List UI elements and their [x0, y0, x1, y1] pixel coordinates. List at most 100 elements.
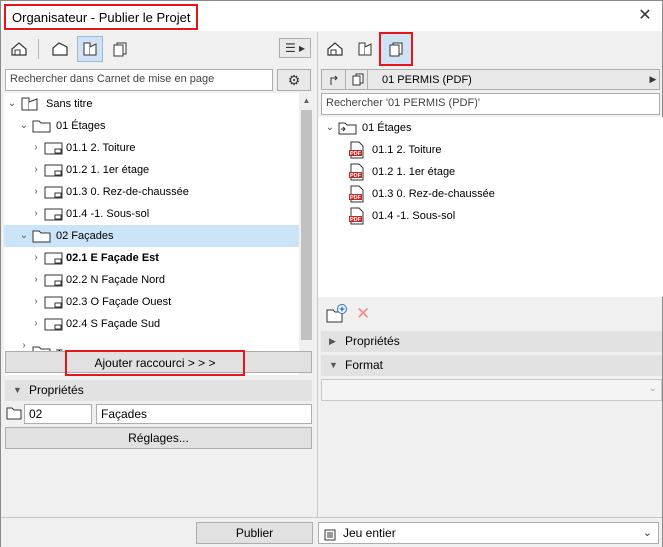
tree-row-layout[interactable]: › 01.2 1. 1er étage — [4, 159, 300, 181]
prop-name-field[interactable]: Façades — [96, 404, 312, 424]
chevron-down-icon[interactable]: ⌄ — [6, 93, 18, 115]
title-bar: Organisateur - Publier le Projet ✕ — [1, 1, 662, 31]
list-icon — [324, 527, 336, 547]
tree-row-layout[interactable]: › 02.2 N Façade Nord — [4, 269, 300, 291]
tree-row-folder-selected[interactable]: ⌄ 02 Façades — [4, 225, 300, 247]
collapse-triangle-icon: ▼ — [329, 360, 338, 370]
svg-text:PDF: PDF — [350, 173, 362, 179]
house-view-icon[interactable] — [322, 36, 348, 62]
tree-label: 02.4 S Façade Sud — [66, 318, 161, 330]
publisher-set-name: 01 PERMIS (PDF) — [382, 73, 472, 86]
chevron-right-icon[interactable]: › — [18, 335, 30, 351]
chevron-down-icon[interactable]: ⌄ — [18, 225, 30, 247]
delete-icon[interactable]: ✕ — [356, 305, 370, 322]
right-properties-title: Propriétés — [345, 334, 400, 348]
window-title: Organisateur - Publier le Projet — [4, 4, 199, 30]
tree-label: 01.1 2. Toiture — [372, 144, 442, 156]
tree-label: 02.3 O Façade Ouest — [66, 296, 172, 308]
collapse-triangle-icon: ▼ — [13, 385, 22, 395]
tree-scrollbar[interactable]: ▲ ▼ — [299, 93, 314, 375]
right-properties-header[interactable]: ▶ Propriétés — [321, 331, 662, 352]
publisher-sets-icon — [348, 70, 368, 89]
tree-row-layout[interactable]: › 01.3 0. Rez-de-chaussée — [4, 181, 300, 203]
tree-row-pdf[interactable]: PDF 01.4 -1. Sous-sol — [318, 205, 658, 227]
pdf-file-icon: PDF — [349, 207, 365, 233]
tree-row-pdf[interactable]: PDF 01.1 2. Toiture — [318, 139, 658, 161]
chevron-right-icon[interactable]: › — [30, 313, 42, 335]
menu-button[interactable]: ☰ ▸ — [279, 38, 311, 58]
svg-text:PDF: PDF — [350, 195, 362, 201]
layout-book-icon[interactable] — [77, 36, 103, 62]
bottom-bar: Publier Jeu entier ⌄ — [1, 517, 662, 547]
tree-label: 01.2 1. 1er étage — [66, 164, 150, 176]
organizer-window: Organisateur - Publier le Projet ✕ ☰ ▸ R… — [0, 0, 663, 547]
properties-title: Propriétés — [29, 383, 84, 397]
gear-button[interactable]: ⚙ — [277, 69, 311, 91]
svg-text:PDF: PDF — [350, 217, 362, 223]
chevron-down-icon[interactable]: ⌄ — [18, 115, 30, 137]
chevron-down-icon: ⌄ — [642, 527, 652, 539]
add-shortcut-button[interactable]: Ajouter raccourci > > > — [5, 350, 312, 376]
chevron-right-icon[interactable]: › — [30, 247, 42, 269]
settings-button[interactable]: Réglages... — [5, 427, 312, 449]
tree-label: 01 Étages — [362, 122, 412, 134]
tree-row-layout[interactable]: › 02.1 E Façade Est — [4, 247, 300, 269]
right-toolbar — [318, 32, 663, 66]
publish-button[interactable]: Publier — [196, 522, 313, 544]
tree-row-pdf[interactable]: PDF 01.3 0. Rez-de-chaussée — [318, 183, 658, 205]
gear-icon: ⚙ — [287, 71, 301, 88]
tree-row-folder[interactable]: ⌄ 01 Étages — [4, 115, 300, 137]
tree-row-layout[interactable]: › 01.4 -1. Sous-sol — [4, 203, 300, 225]
format-header[interactable]: ▼ Format — [321, 355, 662, 376]
scroll-thumb[interactable] — [301, 110, 312, 340]
layout-tree: ⌄ Sans titre ⌄ 01 Étages › 01.1 2. Toitu… — [4, 93, 314, 375]
menu-icon: ☰ ▸ — [284, 41, 306, 55]
tree-label: 01.3 0. Rez-de-chaussée — [372, 188, 495, 200]
chevron-right-icon[interactable]: › — [30, 159, 42, 181]
folder-icon — [6, 406, 22, 423]
folder-icon — [32, 344, 52, 351]
prop-id-field[interactable]: 02 — [24, 404, 92, 424]
tree-row-layout[interactable]: › 02.4 S Façade Sud — [4, 313, 300, 335]
chevron-down-icon: ⌄ — [648, 383, 657, 394]
chevron-right-icon[interactable]: › — [30, 181, 42, 203]
tree-label: 01.4 -1. Sous-sol — [66, 208, 150, 220]
format-dropdown[interactable]: ⌄ — [321, 379, 662, 401]
house-outline-icon[interactable] — [47, 36, 73, 62]
chevron-right-icon[interactable]: › — [30, 291, 42, 313]
publisher-tree: ⌄ 01 Étages PDF 01.1 2. Toiture PDF 01.2… — [318, 117, 663, 297]
tree-label: 02.1 E Façade Est — [66, 252, 159, 264]
tree-label: 01.2 1. 1er étage — [372, 166, 456, 178]
chevron-right-icon[interactable]: › — [30, 137, 42, 159]
tree-row-folder[interactable]: ⌄ 01 Étages — [318, 117, 658, 139]
publish-scope-select[interactable]: Jeu entier ⌄ — [318, 522, 659, 544]
tree-label: 02.2 N Façade Nord — [66, 274, 166, 286]
tree-label: 01.1 2. Toiture — [66, 142, 136, 154]
close-icon[interactable]: ✕ — [634, 5, 656, 27]
tree-row-pdf[interactable]: PDF 01.2 1. 1er étage — [318, 161, 658, 183]
new-folder-icon[interactable] — [326, 304, 348, 327]
set-search-input[interactable]: Rechercher '01 PERMIS (PDF)' — [321, 93, 660, 115]
scope-value: Jeu entier — [343, 526, 396, 540]
left-toolbar: ☰ ▸ — [1, 32, 316, 66]
properties-header[interactable]: ▼ Propriétés — [5, 380, 312, 401]
house-view-icon[interactable] — [6, 36, 32, 62]
layout-search-input[interactable]: Rechercher dans Carnet de mise en page — [5, 69, 273, 91]
chevron-right-icon[interactable]: ▶ — [648, 70, 658, 89]
publisher-set-selector[interactable]: 01 PERMIS (PDF) ▶ — [321, 69, 660, 90]
tree-row-folder-partial[interactable]: › Types — [4, 335, 300, 351]
up-arrow-icon[interactable] — [324, 70, 346, 89]
layout-book-icon[interactable] — [352, 36, 378, 62]
scroll-up-icon[interactable]: ▲ — [299, 93, 314, 108]
chevron-right-icon[interactable]: › — [30, 203, 42, 225]
tree-label: 02 Façades — [56, 230, 114, 242]
tree-row-layout[interactable]: › 02.3 O Façade Ouest — [4, 291, 300, 313]
publisher-sets-icon[interactable] — [107, 36, 133, 62]
tree-label: Sans titre — [46, 98, 93, 110]
publisher-sets-icon[interactable] — [379, 32, 413, 66]
tree-label: 01.3 0. Rez-de-chaussée — [66, 186, 189, 198]
tree-row-layout[interactable]: › 01.1 2. Toiture — [4, 137, 300, 159]
tree-row-root[interactable]: ⌄ Sans titre — [4, 93, 300, 115]
chevron-right-icon[interactable]: › — [30, 269, 42, 291]
chevron-down-icon[interactable]: ⌄ — [324, 117, 336, 139]
